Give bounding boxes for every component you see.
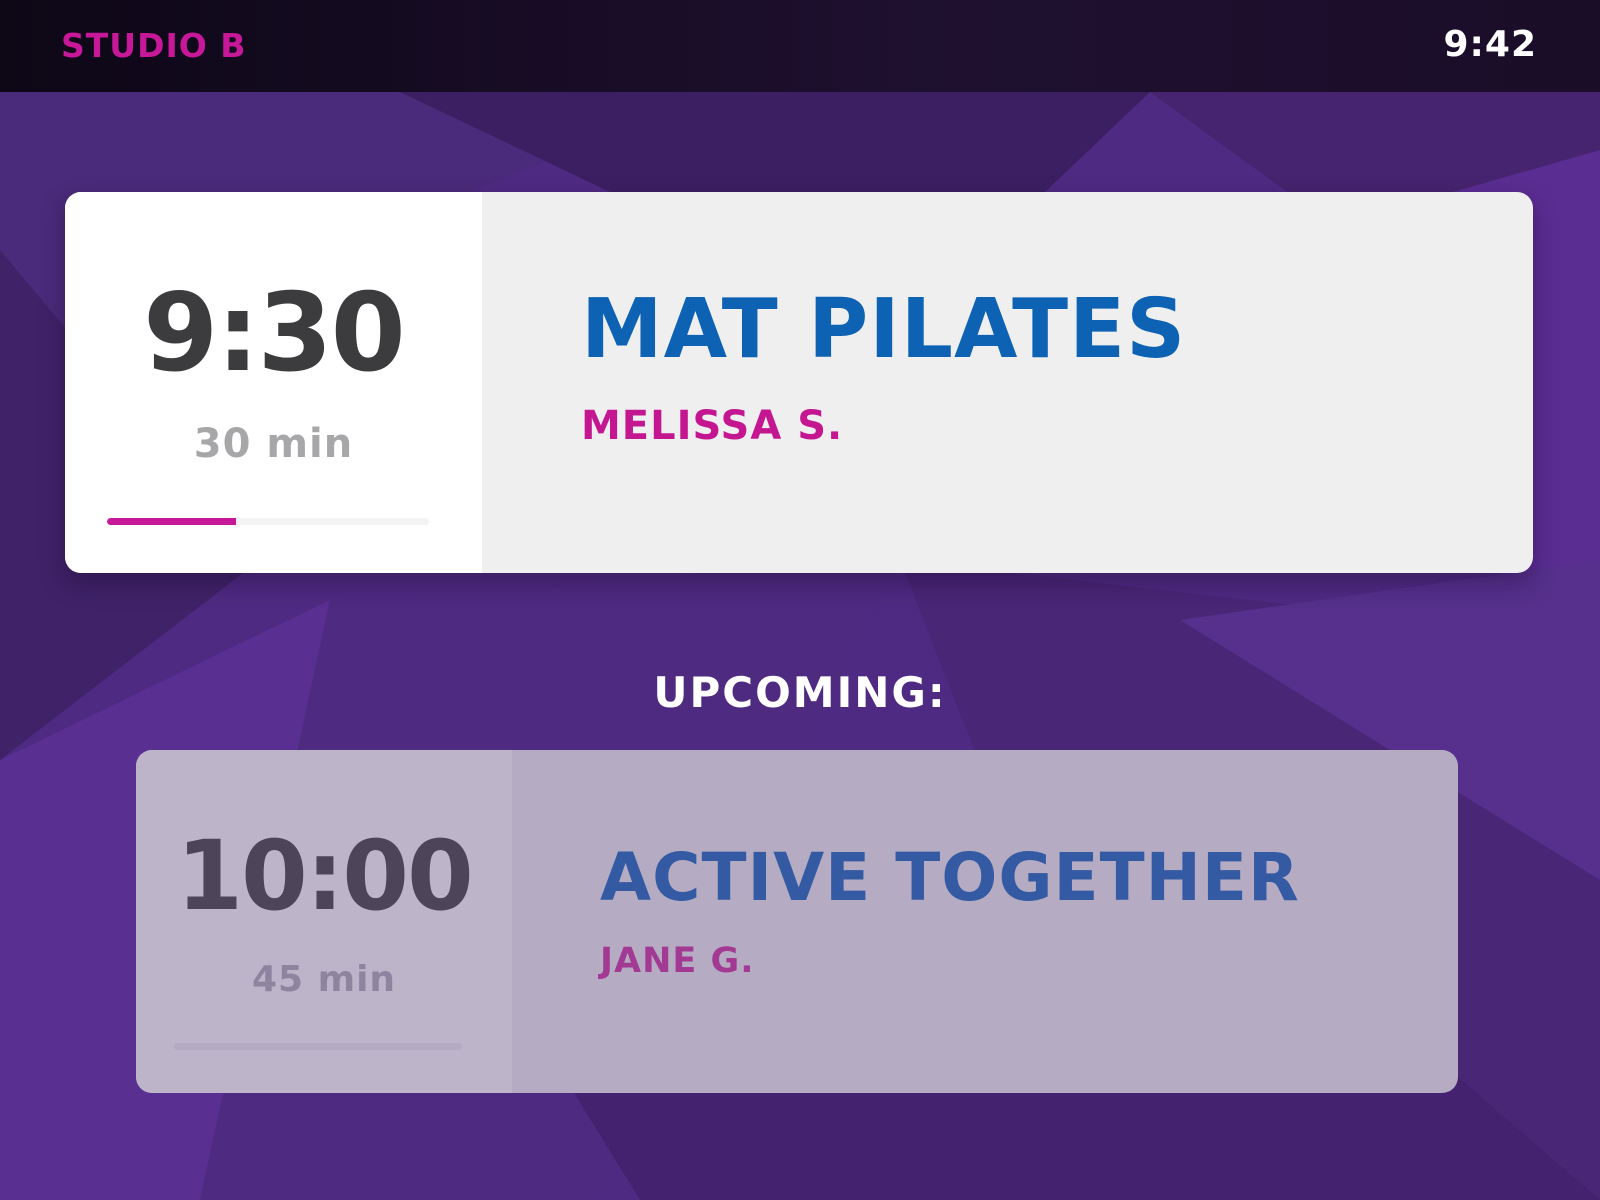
upcoming-class-progress-bar [174,1043,462,1050]
current-class-time-panel: 9:30 30 min [65,192,482,573]
studio-name: STUDIO B [61,26,247,65]
upcoming-heading: UPCOMING: [653,668,947,717]
upcoming-class-time-panel: 10:00 45 min [136,750,512,1093]
upcoming-class-info-panel: ACTIVE TOGETHER JANE G. [512,750,1458,1093]
upcoming-class-instructor: JANE G. [600,941,755,981]
current-class-info-panel: MAT PILATES MELISSA S. [482,192,1533,573]
upcoming-class-name: ACTIVE TOGETHER [600,839,1300,916]
current-time-clock: 9:42 [1443,24,1537,65]
current-class-progress-bar [107,518,429,525]
current-class-instructor: MELISSA S. [581,403,844,449]
top-bar: STUDIO B 9:42 [0,0,1600,92]
current-class-start-time: 9:30 [143,271,406,396]
current-class-duration: 30 min [193,421,354,467]
upcoming-class-start-time: 10:00 [176,820,474,932]
current-class-card: 9:30 30 min MAT PILATES MELISSA S. [65,192,1533,573]
upcoming-class-card: 10:00 45 min ACTIVE TOGETHER JANE G. [136,750,1458,1093]
upcoming-class-duration: 45 min [251,959,397,1000]
current-class-name: MAT PILATES [581,282,1187,377]
current-class-progress-fill [107,518,236,525]
